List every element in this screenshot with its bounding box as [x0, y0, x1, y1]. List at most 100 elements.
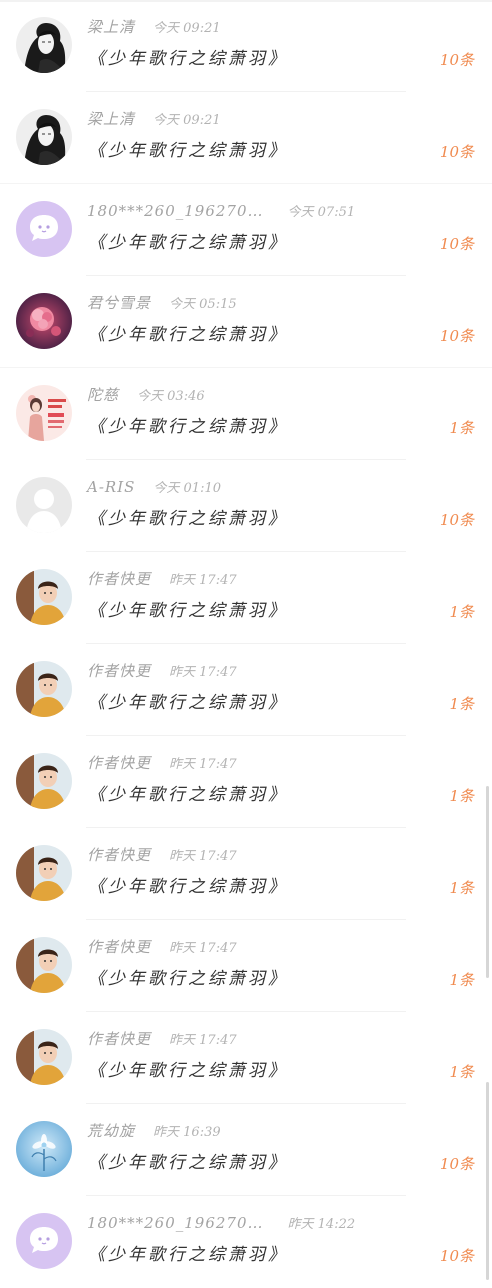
avatar[interactable]: [16, 1121, 72, 1177]
list-item[interactable]: 陀慈 今天 03:46 《少年歌行之综萧羽》 1条: [0, 368, 492, 460]
list-item[interactable]: 作者快更 昨天 17:47 《少年歌行之综萧羽》 1条: [0, 1012, 492, 1104]
comment-list: 梁上清 今天 09:21 《少年歌行之综萧羽》 10条 梁上清 今天 09:21 《…: [0, 0, 492, 1280]
timestamp: 今天 09:21: [153, 113, 221, 128]
list-item[interactable]: 作者快更 昨天 17:47 《少年歌行之综萧羽》 1条: [0, 920, 492, 1012]
username[interactable]: 作者快更: [87, 1030, 151, 1048]
book-title[interactable]: 《少年歌行之综萧羽》: [88, 690, 288, 716]
username[interactable]: A-RIS: [87, 478, 135, 496]
list-item[interactable]: 作者快更 昨天 17:47 《少年歌行之综萧羽》 1条: [0, 736, 492, 828]
boy-photo-avatar-icon: [16, 845, 72, 901]
list-item[interactable]: 作者快更 昨天 17:47 《少年歌行之综萧羽》 1条: [0, 644, 492, 736]
user-line: 作者快更 昨天 17:47: [87, 1028, 237, 1050]
avatar[interactable]: [16, 293, 72, 349]
username[interactable]: 梁上清: [87, 110, 135, 128]
timestamp: 昨天 17:47: [169, 1033, 237, 1048]
avatar[interactable]: [16, 661, 72, 717]
ink-portrait-avatar-icon: [16, 17, 72, 73]
list-item[interactable]: 君兮雪景 今天 05:15 《少年歌行之综萧羽》 10条: [0, 276, 492, 368]
book-title[interactable]: 《少年歌行之综萧羽》: [88, 1058, 288, 1084]
message-count[interactable]: 10条: [440, 1244, 474, 1268]
message-count[interactable]: 10条: [440, 1152, 474, 1176]
message-count[interactable]: 1条: [449, 692, 474, 716]
timestamp: 今天 03:46: [137, 389, 205, 404]
message-count[interactable]: 10条: [440, 48, 474, 72]
user-line: 180***260_196270… 今天 07:51: [87, 200, 355, 222]
book-title[interactable]: 《少年歌行之综萧羽》: [88, 966, 288, 992]
book-title[interactable]: 《少年歌行之综萧羽》: [88, 414, 288, 440]
user-line: 作者快更 昨天 17:47: [87, 660, 237, 682]
avatar[interactable]: [16, 109, 72, 165]
book-title[interactable]: 《少年歌行之综萧羽》: [88, 1242, 288, 1268]
username[interactable]: 作者快更: [87, 938, 151, 956]
book-title[interactable]: 《少年歌行之综萧羽》: [88, 506, 288, 532]
book-title[interactable]: 《少年歌行之综萧羽》: [88, 138, 288, 164]
avatar[interactable]: [16, 385, 72, 441]
ink-portrait-avatar-icon: [16, 109, 72, 165]
username[interactable]: 作者快更: [87, 570, 151, 588]
list-item[interactable]: 荒幼旋 昨天 16:39 《少年歌行之综萧羽》 10条: [0, 1104, 492, 1196]
username[interactable]: 君兮雪景: [87, 294, 151, 312]
boy-photo-avatar-icon: [16, 569, 72, 625]
message-count[interactable]: 1条: [449, 784, 474, 808]
username[interactable]: 陀慈: [87, 386, 119, 404]
timestamp: 今天 05:15: [169, 297, 237, 312]
avatar[interactable]: [16, 937, 72, 993]
timestamp: 今天 09:21: [153, 21, 221, 36]
user-line: 作者快更 昨天 17:47: [87, 568, 237, 590]
blue-flower-avatar-icon: [16, 1121, 72, 1177]
username[interactable]: 作者快更: [87, 846, 151, 864]
avatar[interactable]: [16, 201, 72, 257]
user-line: 荒幼旋 昨天 16:39: [87, 1120, 221, 1142]
user-line: 梁上清 今天 09:21: [87, 108, 221, 130]
username[interactable]: 作者快更: [87, 754, 151, 772]
username[interactable]: 作者快更: [87, 662, 151, 680]
book-title[interactable]: 《少年歌行之综萧羽》: [88, 874, 288, 900]
timestamp: 今天 07:51: [287, 205, 356, 220]
message-count[interactable]: 1条: [449, 1060, 474, 1084]
user-line: 作者快更 昨天 17:47: [87, 844, 237, 866]
username[interactable]: 荒幼旋: [87, 1122, 135, 1140]
avatar[interactable]: [16, 753, 72, 809]
message-count[interactable]: 1条: [449, 416, 474, 440]
avatar[interactable]: [16, 477, 72, 533]
username[interactable]: 180***260_196270…: [87, 1214, 264, 1232]
avatar[interactable]: [16, 845, 72, 901]
book-title[interactable]: 《少年歌行之综萧羽》: [88, 598, 288, 624]
boy-photo-avatar-icon: [16, 753, 72, 809]
scrollbar-thumb[interactable]: [486, 1082, 489, 1280]
avatar[interactable]: [16, 17, 72, 73]
list-item[interactable]: 180***260_196270… 今天 07:51 《少年歌行之综萧羽》 10条: [0, 184, 492, 276]
list-item[interactable]: A-RIS 今天 01:10 《少年歌行之综萧羽》 10条: [0, 460, 492, 552]
list-item[interactable]: 作者快更 昨天 17:47 《少年歌行之综萧羽》 1条: [0, 552, 492, 644]
chat-bubble-avatar-icon: [16, 1213, 72, 1269]
list-item[interactable]: 作者快更 昨天 17:47 《少年歌行之综萧羽》 1条: [0, 828, 492, 920]
message-count[interactable]: 1条: [449, 968, 474, 992]
list-item[interactable]: 180***260_196270… 昨天 14:22 《少年歌行之综萧羽》 10条: [0, 1196, 492, 1288]
list-item[interactable]: 梁上清 今天 09:21 《少年歌行之综萧羽》 10条: [0, 0, 492, 92]
avatar[interactable]: [16, 1029, 72, 1085]
book-title[interactable]: 《少年歌行之综萧羽》: [88, 782, 288, 808]
book-title[interactable]: 《少年歌行之综萧羽》: [88, 46, 288, 72]
avatar[interactable]: [16, 569, 72, 625]
user-line: 梁上清 今天 09:21: [87, 16, 221, 38]
message-count[interactable]: 10条: [440, 140, 474, 164]
timestamp: 昨天 17:47: [169, 849, 237, 864]
username[interactable]: 梁上清: [87, 18, 135, 36]
user-line: 180***260_196270… 昨天 14:22: [87, 1212, 355, 1234]
timestamp: 昨天 17:47: [169, 757, 237, 772]
list-item[interactable]: 梁上清 今天 09:21 《少年歌行之综萧羽》 10条: [0, 92, 492, 184]
message-count[interactable]: 10条: [440, 232, 474, 256]
book-title[interactable]: 《少年歌行之综萧羽》: [88, 230, 288, 256]
pink-flower-avatar-icon: [16, 293, 72, 349]
message-count[interactable]: 1条: [449, 600, 474, 624]
user-line: 作者快更 昨天 17:47: [87, 752, 237, 774]
message-count[interactable]: 1条: [449, 876, 474, 900]
boy-photo-avatar-icon: [16, 661, 72, 717]
scrollbar-thumb[interactable]: [486, 786, 489, 978]
book-title[interactable]: 《少年歌行之综萧羽》: [88, 1150, 288, 1176]
message-count[interactable]: 10条: [440, 324, 474, 348]
avatar[interactable]: [16, 1213, 72, 1269]
username[interactable]: 180***260_196270…: [87, 202, 264, 220]
book-title[interactable]: 《少年歌行之综萧羽》: [88, 322, 288, 348]
message-count[interactable]: 10条: [440, 508, 474, 532]
